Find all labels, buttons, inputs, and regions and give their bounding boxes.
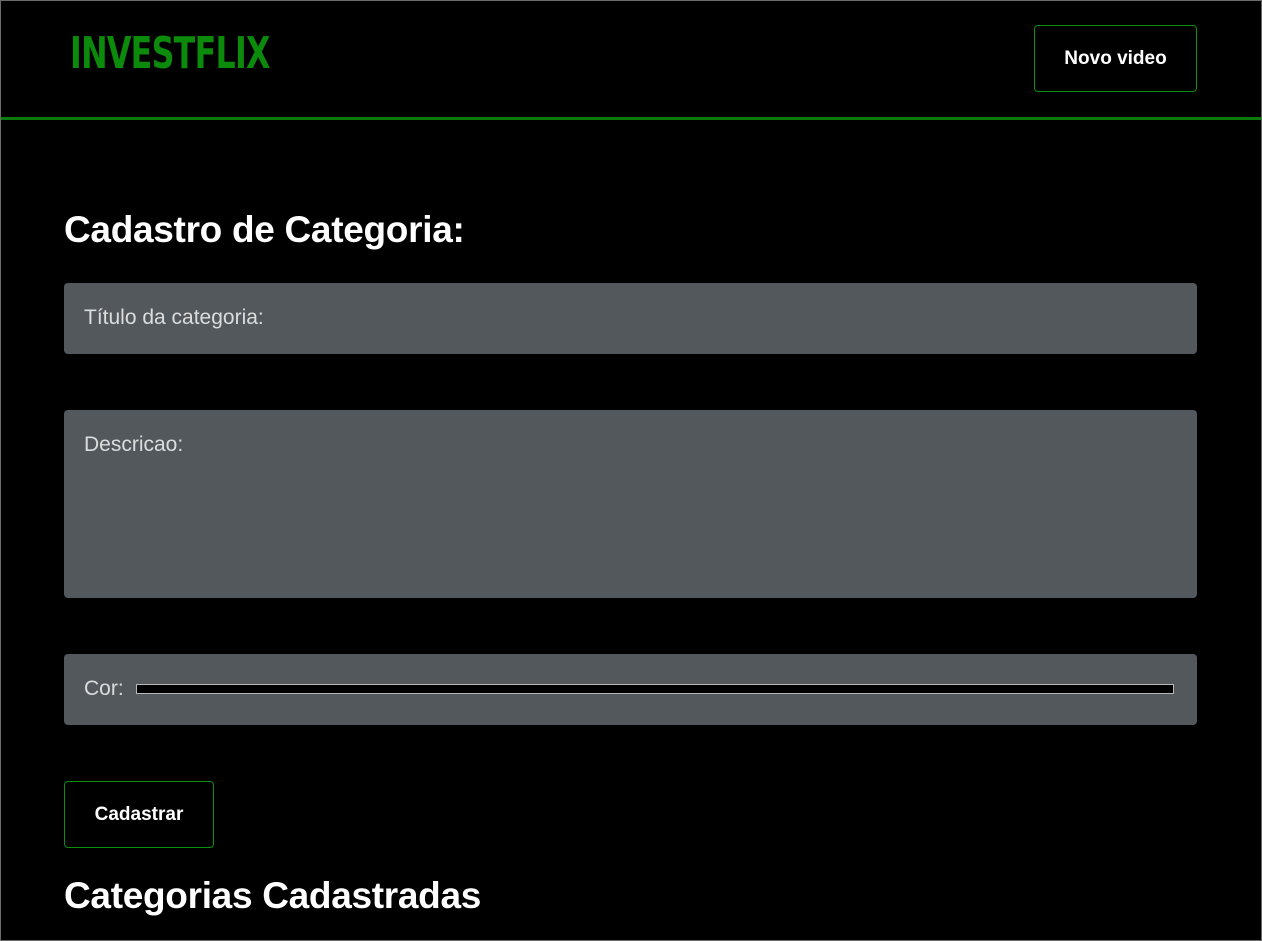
app-window: INVESTFLIX Novo video Cadastro de Catego… bbox=[0, 0, 1262, 941]
registered-categories-heading: Categorias Cadastradas bbox=[64, 875, 482, 916]
color-field: Cor: bbox=[64, 654, 1197, 725]
description-field[interactable]: Descricao: bbox=[64, 410, 1197, 598]
page-title: Cadastro de Categoria: bbox=[64, 209, 465, 250]
new-video-button[interactable]: Novo video bbox=[1034, 25, 1197, 92]
category-title-label: Título da categoria: bbox=[84, 306, 264, 329]
top-navbar: INVESTFLIX Novo video bbox=[1, 1, 1261, 120]
description-label: Descricao: bbox=[84, 433, 184, 456]
color-picker-input[interactable] bbox=[136, 684, 1174, 694]
submit-button[interactable]: Cadastrar bbox=[64, 781, 214, 848]
color-label: Cor: bbox=[84, 677, 124, 700]
investflix-logo[interactable]: INVESTFLIX bbox=[70, 27, 270, 81]
category-title-field[interactable]: Título da categoria: bbox=[64, 283, 1197, 354]
